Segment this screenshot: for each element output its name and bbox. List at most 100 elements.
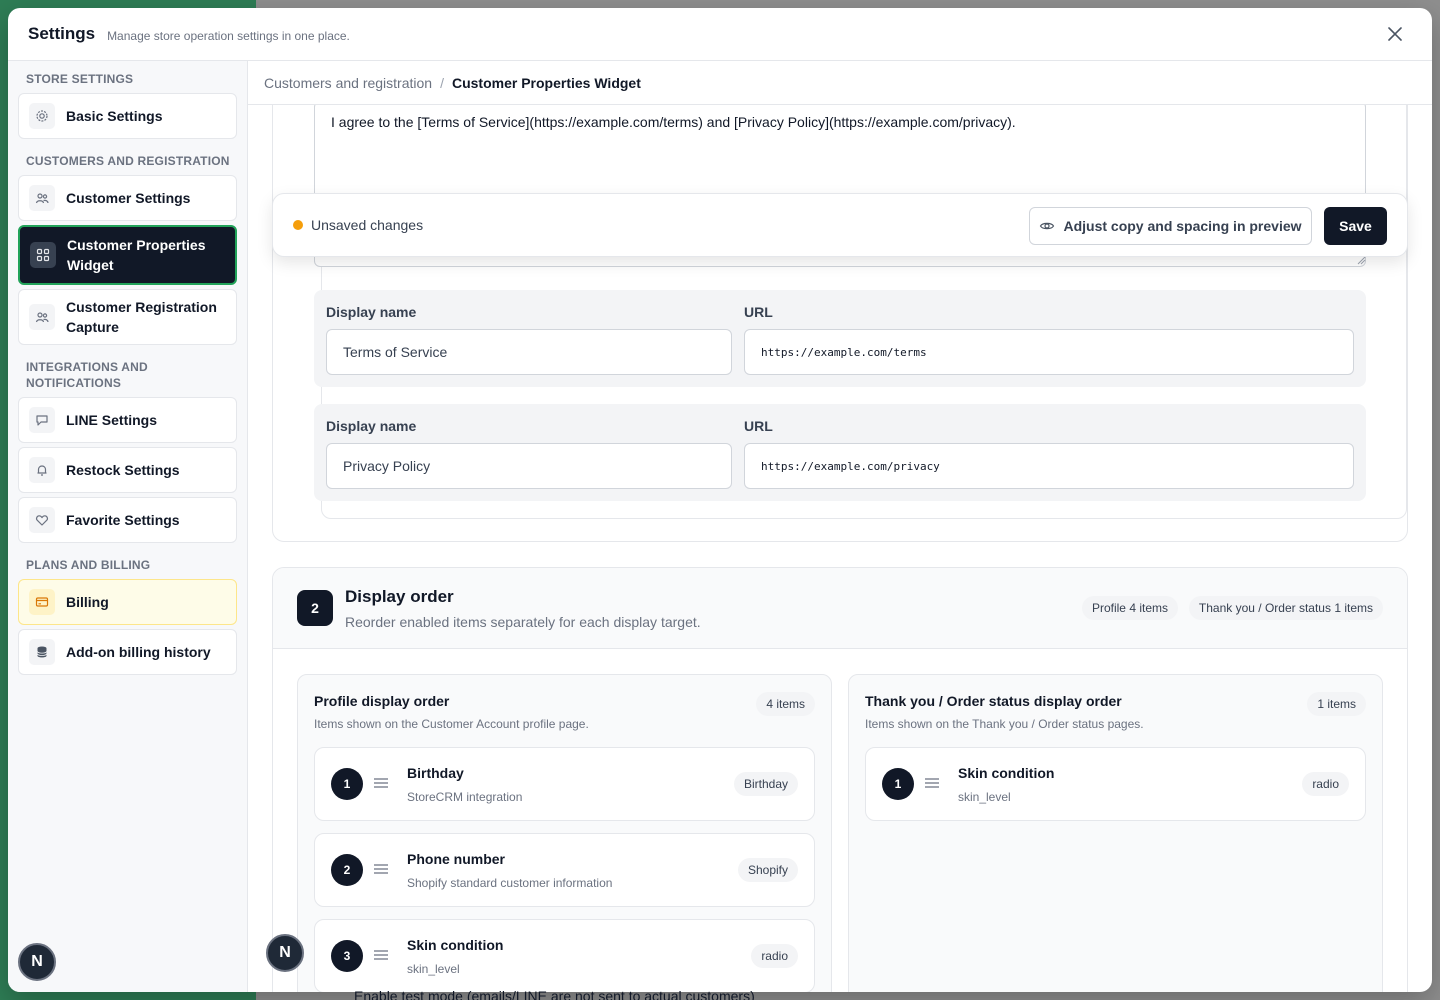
url-input[interactable]: https://example.com/privacy [744,443,1354,489]
display-order-card: 2 Display order Reorder enabled items se… [272,567,1408,992]
order-number: 2 [331,854,363,886]
item-subtitle: skin_level [407,962,460,976]
avatar[interactable]: N [266,934,304,972]
sidebar-item-customer-settings[interactable]: Customer Settings [18,175,237,221]
display-name-label: Display name [326,304,417,320]
drag-handle-icon[interactable] [373,775,389,791]
url-input[interactable]: https://example.com/terms [744,329,1354,375]
drag-handle-icon[interactable] [924,775,940,791]
sidebar-item-basic-settings[interactable]: Basic Settings [18,93,237,139]
sidebar-item-label: Favorite Settings [66,512,180,528]
step-number: 2 [297,590,333,626]
display-order-header: 2 Display order Reorder enabled items se… [273,568,1407,649]
list-item[interactable]: 1 Skin condition skin_level radio [865,747,1366,821]
users-icon [29,304,55,330]
item-subtitle: skin_level [958,790,1011,804]
item-type-badge: Birthday [733,772,798,796]
breadcrumb-parent-link[interactable]: Customers and registration [264,75,432,91]
list-item[interactable]: 2 Phone number Shopify standard customer… [314,833,815,907]
credit-card-icon [29,589,55,615]
sidebar-item-label: Restock Settings [66,462,180,478]
sidebar-item-label: Basic Settings [66,108,163,124]
breadcrumb-separator: / [440,74,444,91]
consent-link-row: Display name URL Privacy Policy https://… [314,404,1366,501]
display-name-label: Display name [326,418,417,434]
modal-subtitle: Manage store operation settings in one p… [107,28,350,43]
sidebar-section-title: PLANS AND BILLING [26,558,151,572]
sidebar-item-favorite-settings[interactable]: Favorite Settings [18,497,237,543]
item-subtitle: StoreCRM integration [407,790,523,804]
preview-button[interactable]: Adjust copy and spacing in preview [1029,207,1312,245]
eye-icon [1040,222,1055,230]
list-item[interactable]: 1 Birthday StoreCRM integration Birthday [314,747,815,821]
grid-icon [30,242,56,268]
main-content: Customers and registration / Customer Pr… [248,61,1432,992]
sidebar-item-restock-settings[interactable]: Restock Settings [18,447,237,493]
item-title: Skin condition [407,937,504,953]
item-title: Skin condition [958,765,1055,781]
preview-button-label: Adjust copy and spacing in preview [1063,218,1302,234]
close-icon[interactable] [1384,23,1406,45]
sidebar-section-title: STORE SETTINGS [26,72,134,86]
thanks-order-column: Thank you / Order status display order I… [848,674,1383,992]
sidebar-item-customer-registration-capture[interactable]: Customer Registration Capture [18,289,237,345]
section-title: Display order [345,587,454,606]
chat-icon [29,407,55,433]
test-mode-label: Enable test mode (emails/LINE are not se… [354,988,755,1000]
list-item[interactable]: 3 Skin condition skin_level radio [314,919,815,992]
item-subtitle: Shopify standard customer information [407,876,613,890]
sidebar-item-label: Customer Properties Widget [67,237,206,273]
column-count-badge: 4 items [756,692,815,716]
url-label: URL [744,304,773,320]
settings-modal: Settings Manage store operation settings… [8,8,1432,992]
sidebar: STORE SETTINGS Basic Settings CUSTOMERS … [8,61,248,992]
sidebar-item-label: Customer Settings [66,190,191,206]
sidebar-item-customer-properties-widget[interactable]: Customer Properties Widget [18,225,237,285]
column-subtitle: Items shown on the Customer Account prof… [314,717,589,731]
profile-count-badge: Profile 4 items [1081,596,1178,620]
consent-link-row: Display name URL Terms of Service https:… [314,290,1366,387]
column-title: Thank you / Order status display order [865,693,1122,709]
users-icon [29,185,55,211]
sidebar-item-add-on-billing-history[interactable]: Add-on billing history [18,629,237,675]
order-number: 3 [331,940,363,972]
item-title: Phone number [407,851,506,867]
column-subtitle: Items shown on the Thank you / Order sta… [865,717,1144,731]
save-button[interactable]: Save [1324,207,1387,245]
thanks-count-badge: Thank you / Order status 1 items [1188,596,1383,620]
item-type-badge: Shopify [737,858,798,882]
drag-handle-icon[interactable] [373,947,389,963]
gear-icon [29,103,55,129]
display-name-input[interactable]: Terms of Service [326,329,732,375]
display-name-input[interactable]: Privacy Policy [326,443,732,489]
column-count-badge: 1 items [1307,692,1366,716]
item-type-badge: radio [1302,772,1349,796]
item-title: Birthday [407,765,464,781]
sidebar-item-line-settings[interactable]: LINE Settings [18,397,237,443]
drag-handle-icon[interactable] [373,861,389,877]
unsaved-indicator-dot [293,220,303,230]
section-subtitle: Reorder enabled items separately for eac… [345,614,701,630]
database-icon [29,639,55,665]
breadcrumb: Customers and registration / Customer Pr… [248,61,1432,105]
url-label: URL [744,418,773,434]
sidebar-section-title: INTEGRATIONS AND NOTIFICATIONS [26,360,148,390]
sidebar-item-label: Customer Registration Capture [66,299,217,335]
breadcrumb-current: Customer Properties Widget [451,74,641,91]
item-type-badge: radio [751,944,798,968]
sidebar-item-label: LINE Settings [66,412,158,428]
modal-header: Settings Manage store operation settings… [8,8,1432,61]
unsaved-changes-bar: Unsaved changes Adjust copy and spacing … [272,193,1408,257]
order-number: 1 [331,768,363,800]
bell-icon [29,457,55,483]
heart-icon [29,507,55,533]
profile-order-column: Profile display order Items shown on the… [297,674,832,992]
sidebar-section-title: CUSTOMERS AND REGISTRATION [26,154,230,168]
sidebar-item-billing[interactable]: Billing [18,579,237,625]
avatar[interactable]: N [18,943,56,981]
sidebar-item-label: Billing [66,594,109,610]
modal-title: Settings [28,24,96,43]
column-title: Profile display order [314,693,450,709]
unsaved-status: Unsaved changes [311,217,424,233]
order-number: 1 [882,768,914,800]
